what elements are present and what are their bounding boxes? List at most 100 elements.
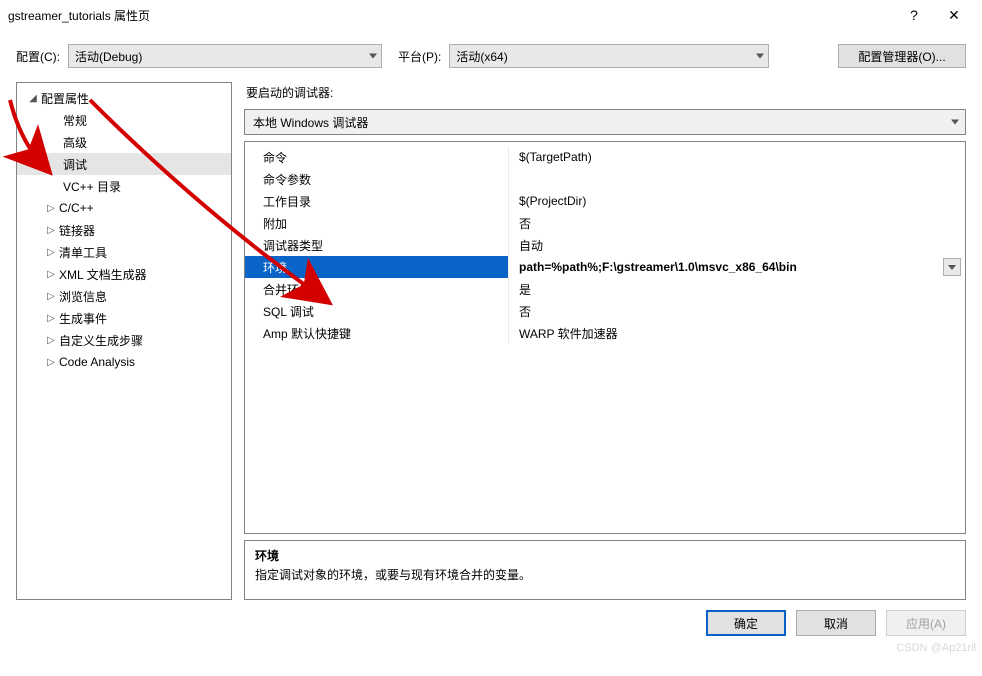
tree-root-label: 配置属性 <box>41 90 89 107</box>
property-value[interactable]: $(TargetPath) <box>509 146 965 168</box>
tree-item-label: 高级 <box>63 134 87 151</box>
tree-item-label: 常规 <box>63 112 87 129</box>
tree-item[interactable]: ▷生成事件 <box>17 307 231 329</box>
description-title: 环境 <box>255 547 955 564</box>
debugger-value: 本地 Windows 调试器 <box>253 114 368 131</box>
property-value-text: 自动 <box>519 237 543 254</box>
chevron-down-icon <box>756 54 764 59</box>
property-value[interactable]: 否 <box>509 300 965 322</box>
expand-icon[interactable]: ▷ <box>45 291 57 302</box>
tree-item-label: 浏览信息 <box>59 288 107 305</box>
config-dropdown[interactable]: 活动(Debug) <box>68 44 382 68</box>
help-button[interactable]: ? <box>894 1 934 29</box>
tree-item[interactable]: ▷浏览信息 <box>17 285 231 307</box>
tree-item-label: Code Analysis <box>59 355 135 369</box>
titlebar: gstreamer_tutorials 属性页 ? ✕ <box>0 0 982 30</box>
platform-value: 活动(x64) <box>456 48 507 65</box>
tree-item-label: 链接器 <box>59 222 95 239</box>
tree-item[interactable]: ▷链接器 <box>17 219 231 241</box>
property-value[interactable]: $(ProjectDir) <box>509 190 965 212</box>
platform-dropdown[interactable]: 活动(x64) <box>449 44 769 68</box>
property-row[interactable]: Amp 默认快捷键 WARP 软件加速器 <box>245 322 965 344</box>
property-value-text: path=%path%;F:\gstreamer\1.0\msvc_x86_64… <box>519 260 797 274</box>
main-area: ◢ 配置属性 常规高级调试VC++ 目录▷C/C++▷链接器▷清单工具▷XML … <box>0 78 982 600</box>
tree-item[interactable]: ▷XML 文档生成器 <box>17 263 231 285</box>
property-row[interactable]: 命令 $(TargetPath) <box>245 146 965 168</box>
property-key: 环境 <box>245 256 509 278</box>
button-row: 确定 取消 应用(A) <box>0 600 982 646</box>
property-value[interactable] <box>509 168 965 190</box>
property-row[interactable]: 工作目录 $(ProjectDir) <box>245 190 965 212</box>
property-value-text: 是 <box>519 281 531 298</box>
tree-item[interactable]: ▷C/C++ <box>17 197 231 219</box>
tree-item[interactable]: ▷自定义生成步骤 <box>17 329 231 351</box>
platform-label: 平台(P): <box>398 48 441 65</box>
close-button[interactable]: ✕ <box>934 1 974 29</box>
tree-item[interactable]: 高级 <box>17 131 231 153</box>
tree-item-label: 生成事件 <box>59 310 107 327</box>
window-title: gstreamer_tutorials 属性页 <box>8 7 894 24</box>
tree-item[interactable]: 调试 <box>17 153 231 175</box>
expand-icon[interactable]: ▷ <box>45 357 57 368</box>
property-value[interactable]: path=%path%;F:\gstreamer\1.0\msvc_x86_64… <box>509 256 965 278</box>
expand-icon[interactable]: ▷ <box>45 203 57 214</box>
config-row: 配置(C): 活动(Debug) 平台(P): 活动(x64) 配置管理器(O)… <box>0 30 982 78</box>
collapse-icon[interactable]: ◢ <box>27 93 39 104</box>
property-value-text: 否 <box>519 303 531 320</box>
property-key: 调试器类型 <box>245 234 509 256</box>
property-value-text: $(TargetPath) <box>519 150 592 164</box>
expand-icon[interactable]: ▷ <box>45 335 57 346</box>
property-key: 命令参数 <box>245 168 509 190</box>
property-grid[interactable]: 命令$(TargetPath)命令参数工作目录$(ProjectDir)附加否调… <box>244 141 966 534</box>
launch-label: 要启动的调试器: <box>244 82 966 103</box>
cancel-button[interactable]: 取消 <box>796 610 876 636</box>
property-key: 合并环境 <box>245 278 509 300</box>
property-row[interactable]: 环境 path=%path%;F:\gstreamer\1.0\msvc_x86_… <box>245 256 965 278</box>
property-key: 命令 <box>245 146 509 168</box>
right-panel: 要启动的调试器: 本地 Windows 调试器 命令$(TargetPath)命… <box>244 82 966 600</box>
property-row[interactable]: 命令参数 <box>245 168 965 190</box>
property-value[interactable]: 是 <box>509 278 965 300</box>
dropdown-button[interactable] <box>943 258 961 276</box>
property-value[interactable]: 否 <box>509 212 965 234</box>
apply-button: 应用(A) <box>886 610 966 636</box>
expand-icon[interactable]: ▷ <box>45 225 57 236</box>
property-row[interactable]: 附加否 <box>245 212 965 234</box>
tree-item[interactable]: ▷清单工具 <box>17 241 231 263</box>
tree-item[interactable]: 常规 <box>17 109 231 131</box>
property-value-text: 否 <box>519 215 531 232</box>
property-row[interactable]: SQL 调试否 <box>245 300 965 322</box>
tree-item-label: C/C++ <box>59 201 94 215</box>
description-box: 环境 指定调试对象的环境，或要与现有环境合并的变量。 <box>244 540 966 600</box>
tree-item-label: 调试 <box>63 156 87 173</box>
tree-item-label: 自定义生成步骤 <box>59 332 143 349</box>
tree-item-label: 清单工具 <box>59 244 107 261</box>
property-key: 工作目录 <box>245 190 509 212</box>
property-row[interactable]: 调试器类型自动 <box>245 234 965 256</box>
tree-root[interactable]: ◢ 配置属性 <box>17 87 231 109</box>
property-key: 附加 <box>245 212 509 234</box>
tree-item[interactable]: ▷Code Analysis <box>17 351 231 373</box>
debugger-dropdown[interactable]: 本地 Windows 调试器 <box>244 109 966 135</box>
property-value[interactable]: WARP 软件加速器 <box>509 322 965 344</box>
property-value-text: $(ProjectDir) <box>519 194 586 208</box>
ok-button[interactable]: 确定 <box>706 610 786 636</box>
chevron-down-icon <box>369 54 377 59</box>
property-row[interactable]: 合并环境是 <box>245 278 965 300</box>
config-label: 配置(C): <box>16 48 60 65</box>
property-value-text: WARP 软件加速器 <box>519 325 618 342</box>
config-value: 活动(Debug) <box>75 48 142 65</box>
tree-panel[interactable]: ◢ 配置属性 常规高级调试VC++ 目录▷C/C++▷链接器▷清单工具▷XML … <box>16 82 232 600</box>
expand-icon[interactable]: ▷ <box>45 269 57 280</box>
tree-item[interactable]: VC++ 目录 <box>17 175 231 197</box>
tree-item-label: VC++ 目录 <box>63 178 121 195</box>
expand-icon[interactable]: ▷ <box>45 247 57 258</box>
expand-icon[interactable]: ▷ <box>45 313 57 324</box>
description-text: 指定调试对象的环境，或要与现有环境合并的变量。 <box>255 566 955 583</box>
property-key: SQL 调试 <box>245 300 509 322</box>
property-value[interactable]: 自动 <box>509 234 965 256</box>
chevron-down-icon <box>951 120 959 125</box>
config-manager-button[interactable]: 配置管理器(O)... <box>838 44 966 68</box>
tree-item-label: XML 文档生成器 <box>59 266 147 283</box>
property-key: Amp 默认快捷键 <box>245 322 509 344</box>
